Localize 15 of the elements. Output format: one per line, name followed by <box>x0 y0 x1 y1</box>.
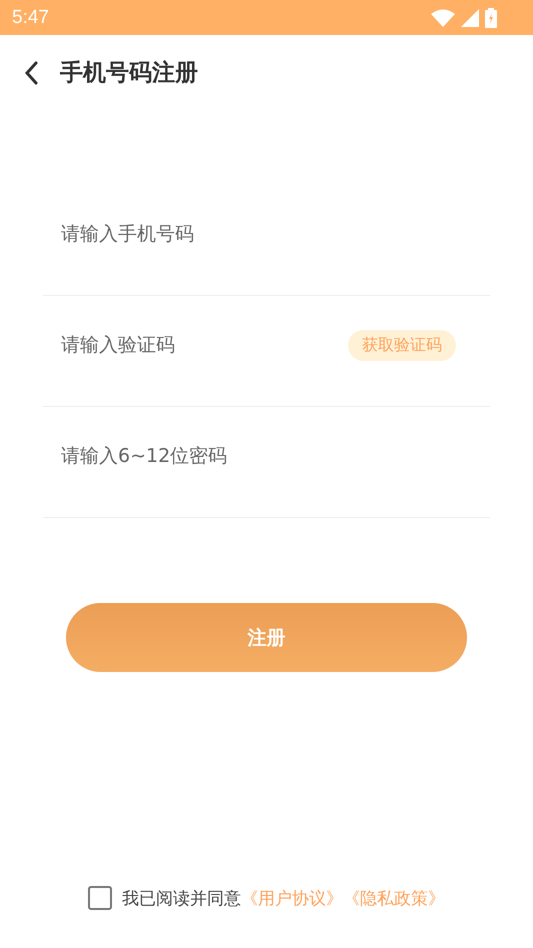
input-field[interactable]: 请输入验证码 <box>43 330 348 360</box>
input-field[interactable]: 请输入6~12位密码 <box>43 441 490 471</box>
get-code-button[interactable]: 获取验证码 <box>348 330 456 361</box>
agreement-checkbox[interactable] <box>88 886 112 910</box>
page-title: 手机号码注册 <box>60 59 198 88</box>
wifi-icon <box>431 8 455 26</box>
back-button[interactable] <box>24 60 38 84</box>
policy-link[interactable]: 《隐私政策》 <box>343 886 445 910</box>
agreement-text: 我已阅读并同意 <box>122 888 241 910</box>
input-field[interactable]: 请输入手机号码 <box>43 219 490 249</box>
register-button[interactable]: 注册 <box>66 603 467 672</box>
battery-icon <box>485 8 497 28</box>
policy-link[interactable]: 《用户协议》 <box>241 886 343 910</box>
signal-icon <box>461 8 479 26</box>
status-time: 5:47 <box>12 6 49 28</box>
